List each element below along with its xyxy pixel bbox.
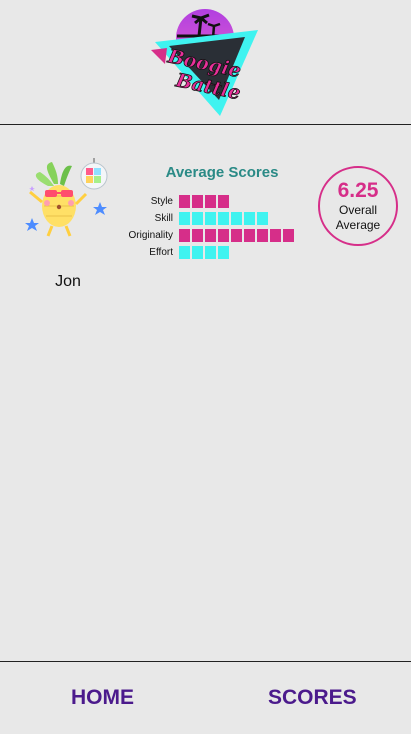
score-label-style: Style	[150, 196, 173, 207]
score-bar-effort	[179, 246, 229, 259]
score-bar-segment	[179, 229, 190, 242]
score-bar-segment	[257, 212, 268, 225]
score-label-effort: Effort	[149, 247, 173, 258]
score-bar-segment	[231, 212, 242, 225]
player-name: Jon	[55, 273, 81, 290]
score-bar-segment	[205, 195, 216, 208]
score-label-originality: Originality	[128, 230, 173, 241]
score-bar-segment	[205, 246, 216, 259]
score-bar-segment	[283, 229, 294, 242]
score-bar-segment	[244, 212, 255, 225]
score-label-skill: Skill	[154, 213, 173, 224]
score-bar-segment	[244, 229, 255, 242]
score-bar-style	[179, 195, 229, 208]
scores-content: Jon Average Scores Style Skill Originali…	[0, 125, 411, 661]
average-scores-title: Average Scores	[165, 164, 279, 181]
score-bar-segment	[179, 246, 190, 259]
score-bar-segment	[192, 212, 203, 225]
score-bar-segment	[179, 212, 190, 225]
boogie-battle-logo: Boogie Battle	[151, 9, 258, 116]
dancing-pineapple-avatar	[25, 158, 108, 237]
score-bar-segment	[205, 229, 216, 242]
score-bar-segment	[205, 212, 216, 225]
overall-average-badge: 6.25 Overall Average	[318, 166, 398, 246]
bottom-nav: HOME SCORES	[0, 661, 411, 734]
score-bar-segment	[179, 195, 190, 208]
score-bar-segment	[270, 229, 281, 242]
overall-average-label-line2: Average	[335, 218, 381, 232]
score-bar-segment	[218, 212, 229, 225]
score-bar-segment	[257, 229, 268, 242]
overall-average-label-line1: Overall	[338, 203, 377, 217]
score-bar-segment	[192, 229, 203, 242]
score-bar-segment	[218, 195, 229, 208]
home-nav-button[interactable]: HOME	[71, 686, 134, 710]
app-header: Boogie Battle	[0, 0, 411, 125]
score-row-originality: Originality	[112, 227, 294, 244]
score-bar-segment	[192, 195, 203, 208]
score-bar-segment	[218, 246, 229, 259]
score-bar-segment	[231, 229, 242, 242]
score-bar-segment	[192, 246, 203, 259]
scores-nav-button[interactable]: SCORES	[268, 686, 357, 710]
score-bar-originality	[179, 229, 294, 242]
score-rows: Style Skill Originality Effort	[112, 193, 294, 261]
overall-average-value: 6.25	[337, 179, 379, 202]
score-bar-segment	[218, 229, 229, 242]
score-bar-skill	[179, 212, 268, 225]
score-row-effort: Effort	[112, 244, 294, 261]
score-row-skill: Skill	[112, 210, 294, 227]
score-row-style: Style	[112, 193, 294, 210]
